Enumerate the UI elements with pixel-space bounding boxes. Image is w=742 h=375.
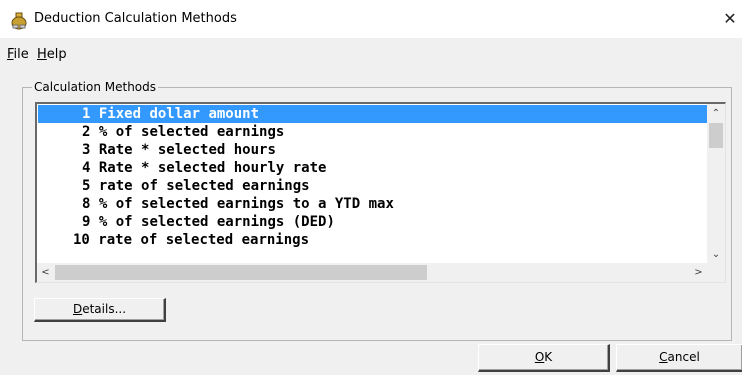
scroll-right-icon[interactable]: > — [690, 263, 707, 282]
list-item[interactable]: 4 Rate * selected hourly rate — [38, 159, 709, 177]
list-item[interactable]: 3 Rate * selected hours — [38, 141, 709, 159]
list-item[interactable]: 9 % of selected earnings (DED) — [38, 213, 709, 231]
details-mnemonic: D — [72, 302, 83, 316]
menu-help[interactable]: Help — [37, 47, 67, 62]
menu-help-mnemonic: H — [37, 47, 47, 62]
horizontal-scroll-thumb[interactable] — [55, 265, 427, 280]
close-icon: ✕ — [723, 9, 737, 28]
method-label: rate of selected earnings — [98, 232, 310, 248]
menu-file-label: ile — [13, 47, 29, 62]
list-item[interactable]: 2 % of selected earnings — [38, 123, 709, 141]
method-id: 3 — [82, 142, 91, 158]
method-id: 2 — [82, 124, 91, 140]
money-bag-icon — [11, 12, 27, 30]
method-label: % of selected earnings to a YTD max — [98, 196, 394, 212]
scroll-up-icon[interactable]: ⌃ — [707, 105, 725, 122]
calculation-methods-list[interactable]: 1 Fixed dollar amount 2 % of selected ea… — [35, 102, 726, 283]
cancel-button[interactable]: Cancel — [616, 344, 742, 372]
cancel-mnemonic: C — [659, 350, 668, 364]
vertical-scroll-thumb[interactable] — [709, 123, 723, 148]
method-label: rate of selected earnings — [98, 178, 310, 194]
scroll-left-icon[interactable]: < — [37, 263, 54, 282]
details-label: etails... — [82, 302, 127, 316]
window-title: Deduction Calculation Methods — [34, 11, 237, 26]
method-label: % of selected earnings (DED) — [98, 214, 335, 230]
vertical-scrollbar[interactable]: ⌃ ⌄ — [707, 104, 725, 264]
method-id: 4 — [82, 160, 91, 176]
ok-mnemonic: O — [534, 350, 545, 364]
scroll-down-icon[interactable]: ⌄ — [707, 246, 725, 263]
group-label: Calculation Methods — [32, 80, 159, 94]
method-label: Rate * selected hourly rate — [98, 160, 327, 176]
list-item[interactable]: 1 Fixed dollar amount — [38, 105, 709, 123]
method-label: Rate * selected hours — [98, 142, 276, 158]
method-id: 10 — [73, 232, 90, 248]
title-bar: Deduction Calculation Methods ✕ — [0, 0, 742, 38]
method-id: 8 — [82, 196, 91, 212]
menu-file[interactable]: File — [7, 47, 29, 62]
details-button[interactable]: Details... — [34, 298, 166, 322]
cancel-label: ancel — [667, 350, 700, 364]
list-item[interactable]: 8 % of selected earnings to a YTD max — [38, 195, 709, 213]
close-button[interactable]: ✕ — [718, 0, 742, 38]
ok-button[interactable]: OK — [478, 344, 610, 372]
method-id: 5 — [82, 178, 91, 194]
method-label: Fixed dollar amount — [98, 106, 260, 122]
menu-help-label: elp — [46, 47, 67, 62]
list-item[interactable]: 10 rate of selected earnings — [38, 231, 709, 249]
method-id: 1 — [82, 106, 91, 122]
scrollbar-corner — [707, 263, 725, 282]
ok-label: K — [544, 350, 553, 364]
list-item[interactable]: 5 rate of selected earnings — [38, 177, 709, 195]
horizontal-scrollbar[interactable]: < > — [37, 263, 707, 282]
method-id: 9 — [82, 214, 91, 230]
method-label: % of selected earnings — [98, 124, 285, 140]
list-items: 1 Fixed dollar amount 2 % of selected ea… — [38, 105, 709, 249]
